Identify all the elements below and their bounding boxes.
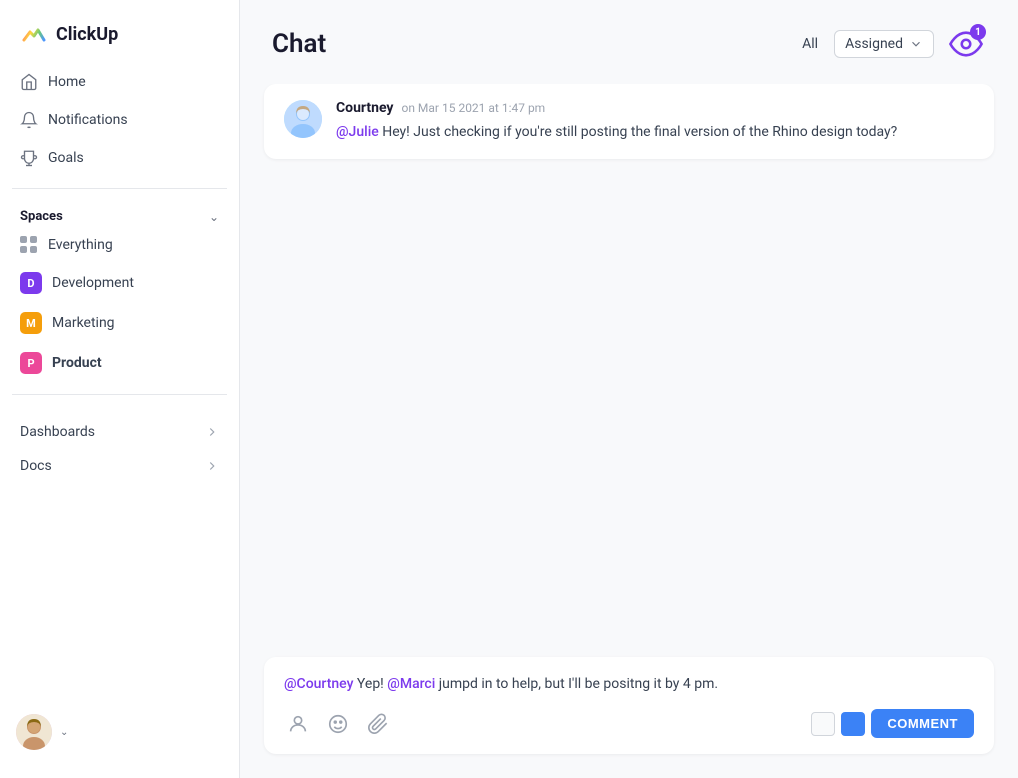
marketing-badge: M [20,312,42,334]
reply-text-2: jumpd in to help, but I'll be positng it… [435,676,718,692]
filter-all-button[interactable]: All [798,30,822,58]
sidebar-bottom-nav: Dashboards Docs [0,415,239,483]
sidebar-item-everything-label: Everything [48,237,113,253]
notification-count-badge: 1 [970,24,986,40]
spaces-list: Everything D Development M Marketing P P… [0,228,239,382]
circle-icon [327,713,349,735]
sidebar-item-product[interactable]: P Product [8,344,231,382]
message-time: on Mar 15 2021 at 1:47 pm [401,101,545,115]
avatar-image [16,714,52,750]
bell-icon [20,111,38,129]
attach-icon[interactable] [364,710,392,738]
chevron-right-icon [205,425,219,439]
sidebar-item-goals-label: Goals [48,150,84,166]
product-badge: P [20,352,42,374]
at-user-icon [287,713,309,735]
reply-mention-marci: @Marci [387,676,435,692]
sidebar-item-docs-label: Docs [20,458,52,474]
dropdown-chevron-icon [909,37,923,51]
sidebar-item-development-label: Development [52,275,134,291]
action-box-blue[interactable] [841,712,865,736]
reply-text-1: Yep! [353,676,387,692]
page-title: Chat [272,29,326,59]
sidebar-item-dashboards-label: Dashboards [20,424,95,440]
sidebar-item-goals[interactable]: Goals [8,140,231,176]
sidebar-item-docs[interactable]: Docs [8,449,231,483]
sidebar-item-development[interactable]: D Development [8,264,231,302]
watch-notification-button[interactable]: 1 [946,24,986,64]
mention-user-icon[interactable] [284,710,312,738]
nav-divider-1 [12,188,227,189]
paperclip-icon [367,713,389,735]
reply-compose-box: @Courtney Yep! @Marci jumpd in to help, … [264,657,994,754]
development-badge: D [20,272,42,294]
sidebar-item-dashboards[interactable]: Dashboards [8,415,231,449]
sidebar-item-home[interactable]: Home [8,64,231,100]
trophy-icon [20,149,38,167]
filter-assigned-dropdown[interactable]: Assigned [834,30,934,58]
message-body: Courtney on Mar 15 2021 at 1:47 pm @Juli… [336,100,897,143]
comment-button[interactable]: COMMENT [871,709,974,738]
reply-toolbar: COMMENT [284,709,974,738]
spaces-section-header: Spaces ⌄ [0,201,239,228]
filter-assigned-label: Assigned [845,36,903,52]
logo-container: ClickUp [0,0,239,64]
courtney-avatar-image [284,100,322,138]
message-mention: @Julie [336,124,379,140]
sidebar-item-notifications-label: Notifications [48,112,128,128]
action-box-gray[interactable] [811,712,835,736]
message-text: @Julie Hey! Just checking if you're stil… [336,122,897,143]
main-content: Chat All Assigned 1 [240,0,1018,778]
logo-text: ClickUp [56,24,118,45]
sidebar: ClickUp Home Notifications [0,0,240,778]
sidebar-item-notifications[interactable]: Notifications [8,102,231,138]
spaces-chevron-icon[interactable]: ⌄ [209,210,219,224]
sidebar-item-everything[interactable]: Everything [8,228,231,262]
reply-text-content: @Courtney Yep! @Marci jumpd in to help, … [284,673,974,695]
home-icon [20,73,38,91]
message-body-text: Hey! Just checking if you're still posti… [379,124,898,140]
reply-mention-courtney: @Courtney [284,676,353,692]
message-author: Courtney [336,100,393,116]
chat-messages-area: Courtney on Mar 15 2021 at 1:47 pm @Juli… [240,84,1018,657]
message-header: Courtney on Mar 15 2021 at 1:47 pm [336,100,897,116]
user-avatar[interactable] [16,714,52,750]
sidebar-item-home-label: Home [48,74,86,90]
sidebar-item-marketing-label: Marketing [52,315,115,331]
header-right: All Assigned 1 [798,24,986,64]
nav-divider-2 [12,394,227,395]
sidebar-item-marketing[interactable]: M Marketing [8,304,231,342]
emoji-icon[interactable] [324,710,352,738]
sidebar-item-product-label: Product [52,355,102,371]
message-card: Courtney on Mar 15 2021 at 1:47 pm @Juli… [264,84,994,159]
spaces-title: Spaces [20,209,63,224]
reply-icon-group [284,710,392,738]
message-avatar [284,100,322,138]
sidebar-footer: ⌄ [0,702,239,762]
grid-icon [20,236,38,254]
chevron-right-icon-docs [205,459,219,473]
reply-action-buttons: COMMENT [811,709,974,738]
sidebar-nav: Home Notifications Goals [0,64,239,176]
clickup-logo-icon [20,20,48,48]
main-header: Chat All Assigned 1 [240,0,1018,84]
user-menu-chevron[interactable]: ⌄ [60,727,68,738]
